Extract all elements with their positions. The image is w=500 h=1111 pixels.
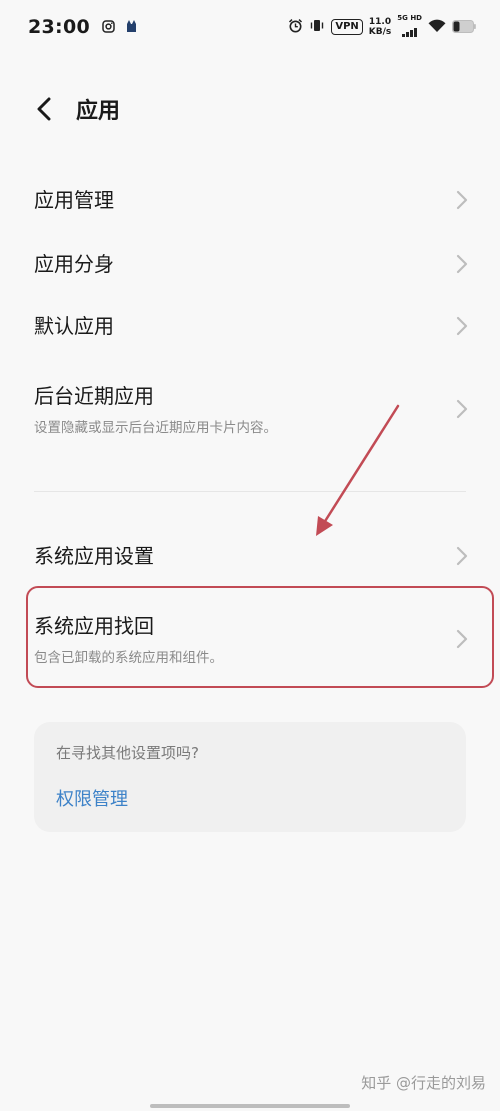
signal-label: 5G HD [397,13,422,22]
tip-question: 在寻找其他设置项吗? [56,744,199,762]
back-button[interactable] [24,89,64,129]
instagram-icon [102,18,115,37]
battery-icon [452,18,476,37]
section-divider [34,491,466,492]
signal-icon [401,22,418,41]
row-title: 应用分身 [34,252,114,276]
status-bar: 23:00 VPN 11.0 KB/s 5G HD [0,0,500,54]
row-default-apps[interactable]: 默认应用 [0,298,500,354]
search-tip-card: 在寻找其他设置项吗? 权限管理 [34,722,466,832]
highlight-annotation-box [26,586,494,688]
app-notification-icon [125,18,138,37]
row-title: 后台近期应用 [34,384,154,408]
row-subtitle: 设置隐藏或显示后台近期应用卡片内容。 [34,420,277,436]
home-indicator[interactable] [150,1104,350,1108]
back-arrow-icon [37,97,51,121]
vpn-badge: VPN [331,19,363,35]
row-recent-apps[interactable]: 后台近期应用 设置隐藏或显示后台近期应用卡片内容。 [0,372,500,446]
row-system-app-settings[interactable]: 系统应用设置 [0,528,500,584]
wifi-icon [428,18,446,37]
row-app-management[interactable]: 应用管理 [0,172,500,228]
row-title: 应用管理 [34,188,114,212]
row-title: 系统应用设置 [34,544,154,568]
alarm-icon [288,18,303,37]
net-speed-value: 11.0 [368,17,392,27]
permission-management-link[interactable]: 权限管理 [56,785,444,811]
page-title: 应用 [76,99,121,124]
net-speed: 11.0 KB/s [369,17,391,37]
chevron-right-icon [456,190,468,210]
app-settings-screen: 23:00 VPN 11.0 KB/s 5G HD 应用 应用管理 应用分身 默… [0,0,500,1111]
chevron-right-icon [456,254,468,274]
watermark: 知乎 @行走的刘易 [361,1074,486,1092]
row-title: 默认应用 [34,314,114,338]
page-header: 应用 [0,86,500,132]
status-time: 23:00 [28,16,90,38]
chevron-right-icon [456,399,468,419]
row-app-clone[interactable]: 应用分身 [0,236,500,292]
signal-group: 5G HD [397,14,422,41]
chevron-right-icon [456,316,468,336]
chevron-right-icon [456,546,468,566]
vibrate-icon [309,18,325,37]
net-speed-unit: KB/s [368,27,392,37]
